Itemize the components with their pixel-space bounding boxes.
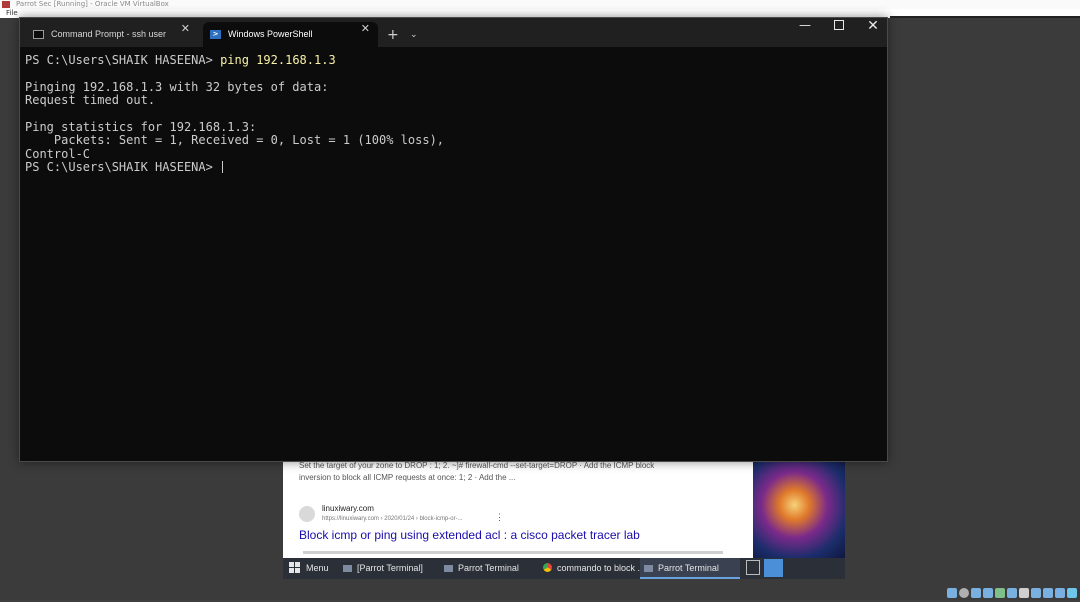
tab-command-prompt[interactable]: Command Prompt - ssh user ✕ <box>26 22 198 47</box>
output-line: Control-C <box>25 146 91 161</box>
site-url: https://linuxiwary.com › 2020/01/24 › bl… <box>322 516 463 522</box>
cmd-icon <box>33 30 44 39</box>
tray-icon[interactable] <box>1007 588 1017 598</box>
minimize-button[interactable]: — <box>788 18 822 47</box>
search-result-snippet: Set the target of your zone to DROP : 1;… <box>299 460 739 484</box>
taskbar-menu-label: Menu <box>306 563 329 573</box>
horizontal-scrollbar[interactable] <box>303 551 723 554</box>
menu-grid-icon <box>289 562 300 573</box>
workspace-switcher-icon[interactable] <box>746 560 760 575</box>
tray-icon[interactable] <box>947 588 957 598</box>
tray-icon[interactable] <box>1043 588 1053 598</box>
current-prompt-line: PS C:\Users\SHAIK HASEENA> <box>25 161 881 174</box>
close-window-button[interactable]: ✕ <box>856 18 890 47</box>
screen-icon[interactable] <box>764 559 783 577</box>
taskbar-item-active[interactable]: Parrot Terminal <box>640 558 740 579</box>
tray-icon[interactable] <box>959 588 969 598</box>
taskbar-menu-button[interactable]: Menu <box>289 558 329 579</box>
site-favicon-icon <box>299 506 315 522</box>
text-cursor <box>222 161 224 174</box>
virtualbox-window-title: Parrot Sec [Running] - Oracle VM Virtual… <box>16 0 169 8</box>
powershell-icon: > <box>210 30 221 39</box>
taskbar-item-label: [Parrot Terminal] <box>357 563 423 573</box>
chrome-icon <box>543 563 552 572</box>
taskbar-item[interactable]: commando to block ... <box>543 558 645 579</box>
command-text: ping 192.168.1.3 <box>220 53 336 67</box>
command-line: PS C:\Users\SHAIK HASEENA> ping 192.168.… <box>25 53 881 67</box>
terminal-tab-bar: Command Prompt - ssh user ✕ > Windows Po… <box>20 18 887 47</box>
tray-icon[interactable] <box>1055 588 1065 598</box>
site-name: linuxiwary.com <box>322 504 374 513</box>
tray-icon[interactable] <box>971 588 981 598</box>
snippet-line: inversion to block all ICMP requests at … <box>299 473 516 482</box>
taskbar-item[interactable]: [Parrot Terminal] <box>343 558 423 579</box>
guest-taskbar: Menu [Parrot Terminal] Parrot Terminal c… <box>283 558 845 579</box>
terminal-icon <box>444 565 453 572</box>
terminal-icon <box>343 565 352 572</box>
tray-icon[interactable] <box>1019 588 1029 598</box>
tab-label: Windows PowerShell <box>228 29 313 39</box>
close-tab-icon[interactable]: ✕ <box>361 22 370 35</box>
search-result-link[interactable]: Block icmp or ping using extended acl : … <box>299 528 640 542</box>
close-tab-icon[interactable]: ✕ <box>181 22 190 35</box>
taskbar-item-label: commando to block ... <box>557 563 646 573</box>
terminal-console[interactable]: PS C:\Users\SHAIK HASEENA> ping 192.168.… <box>25 53 881 461</box>
prompt: PS C:\Users\SHAIK HASEENA> <box>25 53 221 67</box>
taskbar-item-label: Parrot Terminal <box>458 563 519 573</box>
taskbar-item-label: Parrot Terminal <box>658 563 719 573</box>
tray-icon[interactable] <box>995 588 1005 598</box>
virtualbox-app-icon <box>2 1 10 8</box>
tray-icon[interactable] <box>983 588 993 598</box>
chevron-down-icon[interactable]: ⌄ <box>410 23 418 48</box>
new-tab-button[interactable]: + <box>387 23 399 48</box>
more-options-icon[interactable]: ⋮ <box>495 512 504 523</box>
output-line: Pinging 192.168.1.3 with 32 bytes of dat… <box>25 79 329 94</box>
output-line: Ping statistics for 192.168.1.3: <box>25 120 257 135</box>
host-system-tray <box>947 583 1079 598</box>
virtualbox-title-bar: Parrot Sec [Running] - Oracle VM Virtual… <box>0 0 1080 9</box>
menu-file[interactable]: File <box>6 9 18 18</box>
tab-windows-powershell[interactable]: > Windows PowerShell ✕ <box>203 22 378 47</box>
windows-terminal-window: Command Prompt - ssh user ✕ > Windows Po… <box>19 17 888 462</box>
output-line: Request timed out. <box>25 93 156 108</box>
prompt: PS C:\Users\SHAIK HASEENA> <box>25 160 221 175</box>
maximize-button[interactable] <box>822 18 856 47</box>
output-line: Packets: Sent = 1, Received = 0, Lost = … <box>25 133 445 148</box>
tray-icon[interactable] <box>1031 588 1041 598</box>
tab-label: Command Prompt - ssh user <box>51 29 167 39</box>
maximize-icon <box>834 20 844 30</box>
taskbar-item[interactable]: Parrot Terminal <box>444 558 519 579</box>
tray-icon[interactable] <box>1067 588 1077 598</box>
terminal-icon <box>644 565 653 572</box>
